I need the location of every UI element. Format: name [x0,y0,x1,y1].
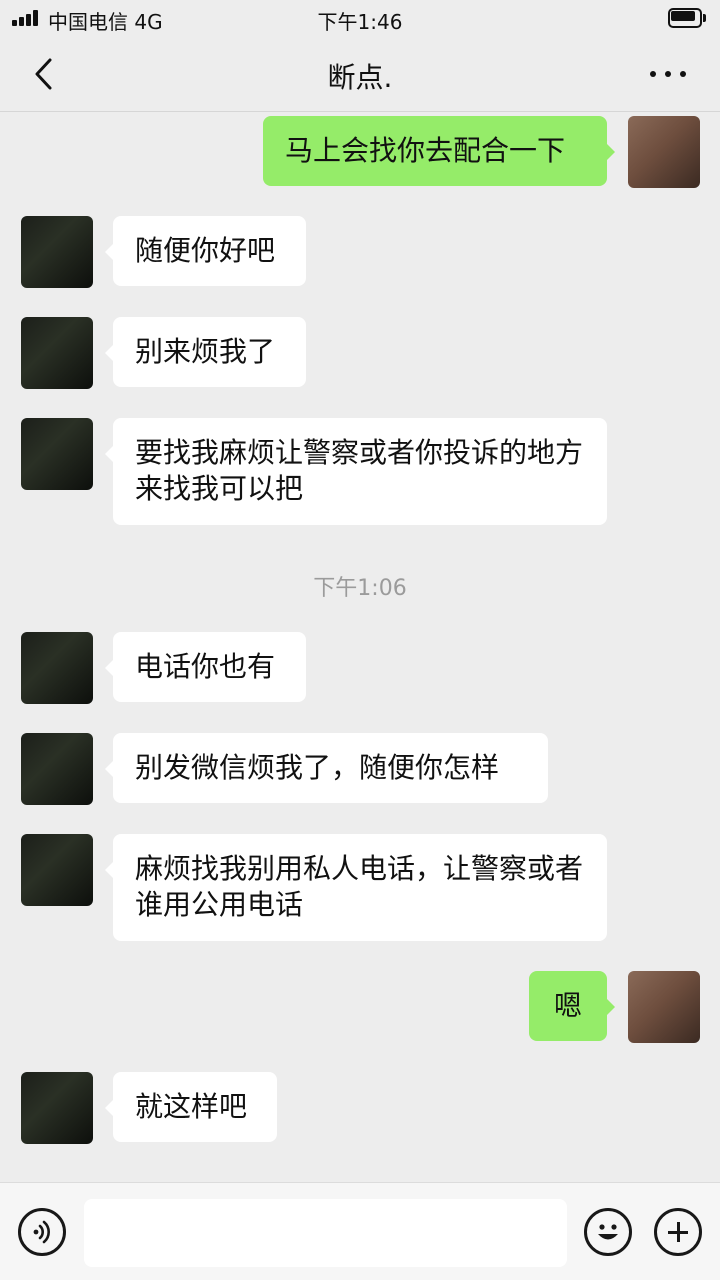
contact-avatar[interactable] [21,317,93,389]
contact-avatar[interactable] [21,1072,93,1144]
message-bubble-incoming[interactable]: 就这样吧 [105,1072,277,1142]
plus-button[interactable] [654,1208,702,1256]
more-button[interactable] [648,60,688,88]
message-bubble-incoming[interactable]: 麻烦找我别用私人电话，让警察或者谁用公用电话 [105,834,607,941]
message-input[interactable] [84,1199,567,1267]
status-bar: 中国电信 4G 下午1:46 [0,0,720,36]
chat-screen: 中国电信 4G 下午1:46 断点. 马上会找你去配合一下 随便你好吧 别来烦我… [0,0,720,1280]
emoji-icon [598,1224,618,1240]
voice-icon [33,1220,50,1244]
contact-avatar[interactable] [21,632,93,704]
message-bubble-incoming[interactable]: 别来烦我了 [105,317,306,387]
message-bubble-incoming[interactable]: 随便你好吧 [105,216,306,286]
contact-avatar[interactable] [21,733,93,805]
status-time: 下午1:46 [317,10,403,34]
contact-avatar[interactable] [21,834,93,906]
self-avatar[interactable] [628,116,700,188]
input-bar [0,1182,720,1280]
contact-avatar[interactable] [21,418,93,490]
contact-avatar[interactable] [21,216,93,288]
voice-button[interactable] [18,1208,66,1256]
message-bubble-incoming[interactable]: 电话你也有 [105,632,306,702]
message-bubble-outgoing[interactable]: 嗯 [529,971,615,1041]
emoji-button[interactable] [584,1208,632,1256]
message-bubble-outgoing[interactable]: 马上会找你去配合一下 [263,116,615,186]
more-dots-icon [650,71,656,77]
chat-title: 断点. [327,61,393,94]
message-bubble-incoming[interactable]: 别发微信烦我了，随便你怎样 [105,733,548,803]
self-avatar[interactable] [628,971,700,1043]
timestamp: 下午1:06 [313,576,407,601]
battery-icon [668,8,706,28]
message-bubble-incoming[interactable]: 要找我麻烦让警察或者你投诉的地方来找我可以把 [105,418,607,525]
nav-bar: 断点. [0,36,720,112]
